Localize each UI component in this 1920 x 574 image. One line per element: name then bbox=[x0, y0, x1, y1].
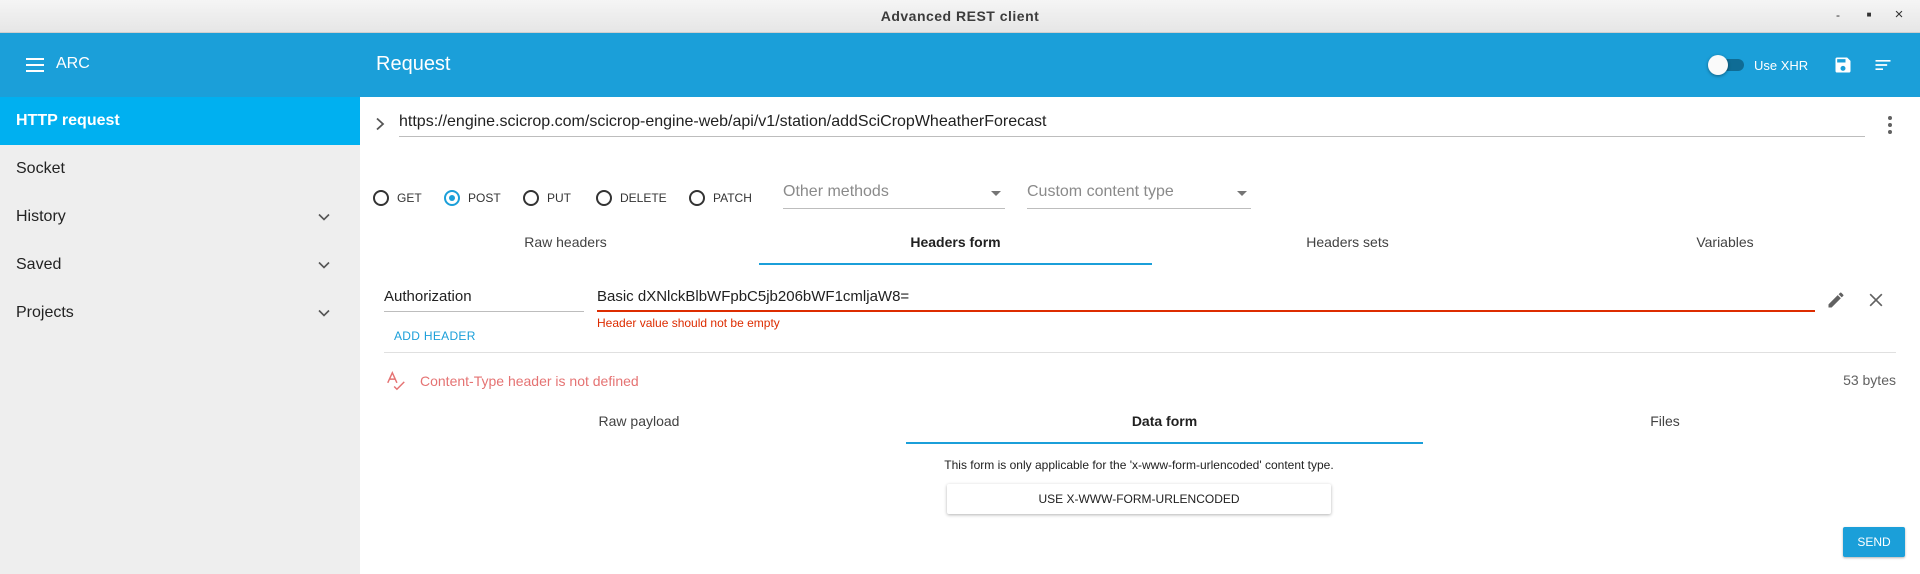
chevron-down-icon bbox=[318, 213, 330, 221]
url-input[interactable]: https://engine.scicrop.com/scicrop-engin… bbox=[399, 113, 1865, 137]
sidebar-item-label: History bbox=[16, 208, 66, 225]
tab-headers-form[interactable]: Headers form bbox=[759, 234, 1152, 250]
content-type-warning: Content-Type header is not defined bbox=[420, 373, 639, 389]
tab-headers-sets[interactable]: Headers sets bbox=[1154, 234, 1541, 250]
add-header-button[interactable]: ADD HEADER bbox=[394, 329, 476, 343]
chevron-down-icon bbox=[318, 309, 330, 317]
sidebar: HTTP request Socket History Saved Projec… bbox=[0, 97, 360, 574]
content-type-placeholder: Custom content type bbox=[1027, 183, 1174, 200]
minimize-button[interactable]: - bbox=[1828, 6, 1848, 26]
sidebar-item-saved[interactable]: Saved bbox=[0, 241, 360, 289]
content-type-dropdown[interactable]: Custom content type bbox=[1027, 183, 1251, 209]
spellcheck-warning-icon bbox=[387, 370, 405, 391]
use-xhr-toggle[interactable] bbox=[1708, 55, 1744, 75]
window-title: Advanced REST client bbox=[880, 8, 1040, 24]
tab-data-form[interactable]: Data form bbox=[906, 413, 1423, 429]
other-methods-placeholder: Other methods bbox=[783, 183, 889, 200]
active-tab-indicator bbox=[906, 442, 1423, 444]
tab-raw-payload[interactable]: Raw payload bbox=[385, 413, 893, 429]
chevron-down-icon bbox=[318, 261, 330, 269]
header-value-error: Header value should not be empty bbox=[597, 316, 780, 330]
section-divider bbox=[384, 352, 1896, 353]
menu-icon[interactable] bbox=[26, 58, 44, 72]
tab-raw-headers[interactable]: Raw headers bbox=[375, 234, 756, 250]
dropdown-caret-icon bbox=[1237, 191, 1247, 196]
method-label: GET bbox=[397, 191, 422, 205]
method-label: PUT bbox=[547, 191, 571, 205]
send-button[interactable]: SEND bbox=[1843, 527, 1905, 557]
close-window-button[interactable]: × bbox=[1889, 6, 1909, 26]
tab-files[interactable]: Files bbox=[1426, 413, 1904, 429]
sidebar-item-label: HTTP request bbox=[16, 112, 120, 129]
method-label: PATCH bbox=[713, 191, 752, 205]
sidebar-item-label: Projects bbox=[16, 304, 74, 321]
window-titlebar: Advanced REST client - ■ × bbox=[0, 0, 1920, 33]
pencil-icon[interactable] bbox=[1826, 290, 1846, 310]
header-name-input[interactable]: Authorization bbox=[384, 288, 584, 312]
chevron-right-icon[interactable] bbox=[374, 117, 386, 131]
use-urlencoded-button[interactable]: USE X-WWW-FORM-URLENCODED bbox=[947, 484, 1331, 514]
header-value-input[interactable]: Basic dXNlckBlbWFpbC5jb206bWF1cmljaW8= bbox=[597, 288, 1815, 312]
other-methods-dropdown[interactable]: Other methods bbox=[783, 183, 1005, 209]
tab-variables[interactable]: Variables bbox=[1544, 234, 1906, 250]
page-title: Request bbox=[376, 53, 451, 75]
app-name: ARC bbox=[56, 55, 90, 72]
data-form-note: This form is only applicable for the 'x-… bbox=[944, 458, 1334, 472]
dropdown-caret-icon bbox=[991, 191, 1001, 196]
payload-size: 53 bytes bbox=[1843, 372, 1896, 388]
close-icon[interactable] bbox=[1866, 290, 1886, 310]
sidebar-item-label: Saved bbox=[16, 256, 62, 273]
sidebar-item-projects[interactable]: Projects bbox=[0, 289, 360, 337]
more-vert-icon[interactable] bbox=[1888, 116, 1894, 134]
method-label: DELETE bbox=[620, 191, 667, 205]
app-header: ARC Request Use XHR bbox=[0, 33, 1920, 97]
sidebar-item-history[interactable]: History bbox=[0, 193, 360, 241]
sort-lines-icon[interactable] bbox=[1873, 55, 1893, 75]
maximize-button[interactable]: ■ bbox=[1859, 6, 1879, 26]
save-icon[interactable] bbox=[1833, 55, 1853, 75]
active-tab-indicator bbox=[759, 263, 1152, 265]
sidebar-item-http-request[interactable]: HTTP request bbox=[0, 97, 360, 145]
use-xhr-label: Use XHR bbox=[1754, 58, 1809, 73]
method-label: POST bbox=[468, 191, 501, 205]
sidebar-item-label: Socket bbox=[16, 160, 65, 177]
sidebar-item-socket[interactable]: Socket bbox=[0, 145, 360, 193]
